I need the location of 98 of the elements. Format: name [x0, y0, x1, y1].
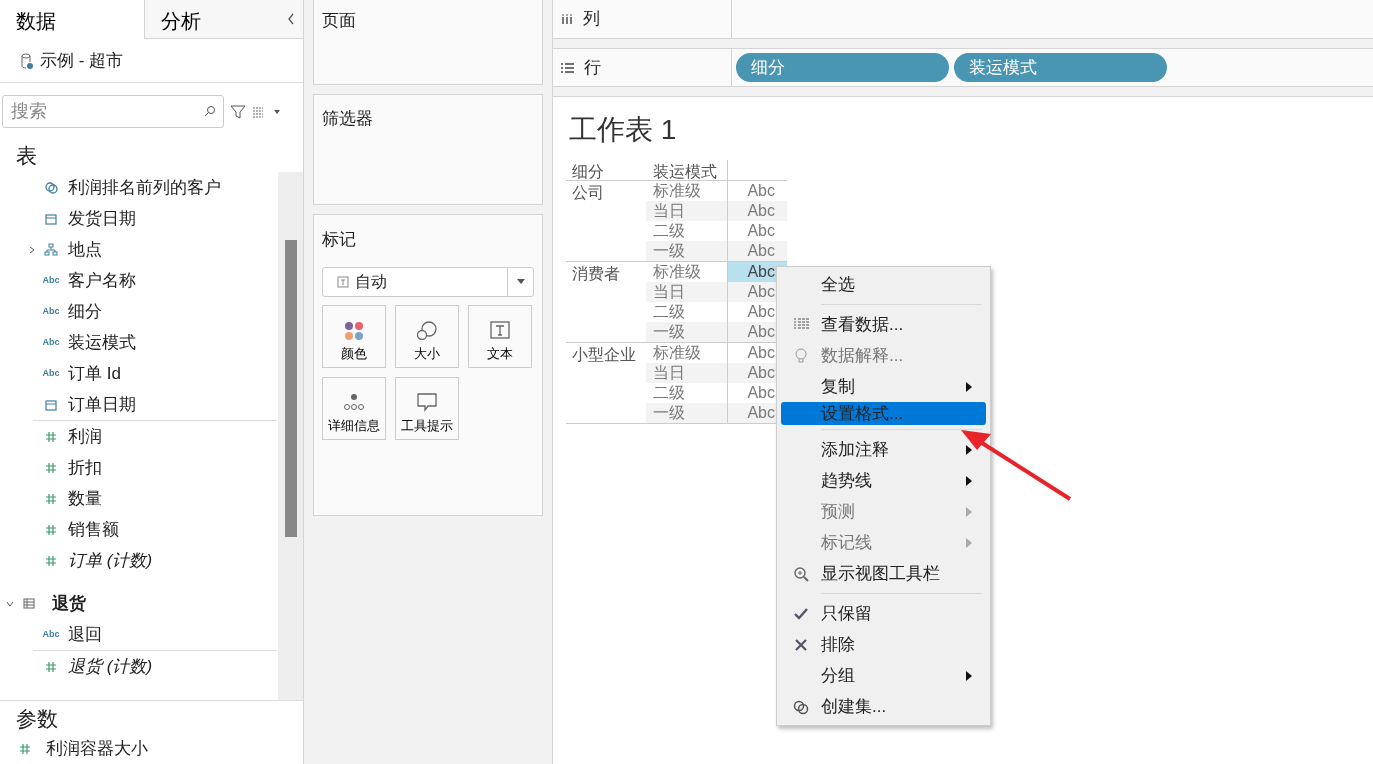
database-icon [20, 51, 34, 70]
field-name[interactable]: 订单日期 [68, 391, 136, 418]
menu-item[interactable]: 分组 [781, 660, 986, 691]
shelf-label: 列 [583, 8, 600, 31]
rows-icon [561, 62, 574, 73]
lightbulb-icon [793, 347, 809, 364]
shelf-title: 筛选器 [322, 108, 374, 130]
close-icon [793, 636, 809, 653]
shelf-title: 页面 [322, 10, 357, 32]
row-header: 一级 [646, 241, 727, 261]
row-header: 二级 [652, 221, 686, 241]
menu-item[interactable]: 创建集... [781, 691, 986, 722]
field-name[interactable]: 细分 [68, 298, 102, 325]
calendar-icon [44, 211, 58, 226]
collapse-icon[interactable] [287, 13, 295, 25]
field-name[interactable]: 订单 Id [68, 360, 121, 387]
table-cell[interactable]: Abc [727, 241, 787, 261]
field-name[interactable]: 退货 (计数) [68, 653, 153, 680]
hash-icon [44, 460, 58, 475]
hash-icon [44, 522, 58, 537]
caret-icon [516, 279, 525, 284]
palette-icon [343, 320, 365, 340]
circles-icon [416, 320, 438, 340]
chevron-down-icon[interactable] [6, 599, 14, 608]
hash-icon [44, 429, 58, 444]
hash-icon [44, 659, 58, 674]
field-name[interactable]: 销售额 [68, 516, 119, 543]
mark-button[interactable]: 工具提示 [395, 376, 459, 440]
row-header: 公司 [571, 183, 605, 203]
row-header: 当日 [646, 282, 727, 302]
hierarchy-icon [44, 242, 58, 257]
chevron-right-icon[interactable] [28, 245, 36, 254]
field-name[interactable]: 发货日期 [68, 205, 136, 232]
pane-tab[interactable]: 分析 [143, 0, 287, 39]
menu-item[interactable]: 排除 [781, 629, 986, 660]
sheet-title: 工作表 1 [568, 113, 678, 147]
parameter-name[interactable]: 利润容器大小 [46, 735, 148, 762]
scrollbar-thumb[interactable] [285, 240, 297, 537]
hash-icon [44, 553, 58, 568]
field-name[interactable]: 装运模式 [68, 329, 136, 356]
search-icon [204, 105, 216, 117]
calendar-icon [44, 397, 58, 412]
zoom-in-icon [793, 565, 809, 582]
hash-icon [18, 741, 32, 756]
abc-icon: Abc [42, 307, 60, 316]
datasource-name: 示例 - 超市 [40, 49, 124, 72]
field-name[interactable]: 订单 (计数) [68, 547, 153, 574]
abc-icon: Abc [42, 369, 60, 378]
row-header: 标准级 [652, 181, 702, 201]
field-name[interactable]: 客户名称 [68, 267, 136, 294]
row-header: 一级 [646, 322, 727, 342]
table-cell[interactable]: Abc [727, 201, 787, 221]
text-mark-icon [337, 275, 349, 288]
speech-bubble-icon [416, 392, 438, 412]
search-field[interactable]: 搜索 [2, 95, 224, 128]
row-header: 消费者 [571, 264, 621, 284]
column-header: 细分 [571, 162, 605, 180]
field-name[interactable]: 地点 [68, 236, 102, 263]
mark-type-dropdown[interactable]: 自动 [322, 266, 534, 297]
field-name[interactable]: 利润排名前列的客户 [68, 174, 221, 201]
text-icon [489, 320, 511, 340]
field-name[interactable]: 数量 [68, 485, 102, 512]
row-header: 二级 [652, 302, 686, 322]
abc-icon: Abc [42, 338, 60, 347]
columns-icon [561, 14, 573, 24]
menu-item[interactable]: 显示视图工具栏 [781, 558, 986, 589]
mark-button[interactable]: 文本 [468, 304, 532, 368]
mark-button[interactable]: 详细信息 [322, 376, 386, 440]
hash-icon [44, 491, 58, 506]
table-icon [23, 598, 35, 609]
shelf-label: 行 [584, 56, 601, 79]
row-header: 当日 [646, 363, 727, 383]
set-icon [44, 180, 58, 195]
field-name[interactable]: 折扣 [68, 454, 102, 481]
field-name[interactable]: 退回 [68, 621, 102, 648]
set-icon [793, 698, 809, 715]
abc-icon: Abc [42, 630, 60, 639]
row-header: 一级 [646, 403, 727, 423]
dots-icon [343, 392, 365, 412]
mark-button[interactable]: 颜色 [322, 304, 386, 368]
filter-icon[interactable] [230, 103, 246, 120]
menu-item[interactable]: 添加注释 [781, 434, 986, 465]
section-title: 参数 [15, 706, 59, 732]
row-header: 二级 [652, 383, 686, 403]
row-header: 小型企业 [571, 345, 637, 365]
card-title: 标记 [322, 229, 357, 251]
table-name[interactable]: 退货 [52, 590, 86, 617]
row-header: 标准级 [652, 343, 702, 363]
mark-button[interactable]: 大小 [395, 304, 459, 368]
row-header: 当日 [646, 201, 727, 221]
abc-icon: Abc [42, 276, 60, 285]
menu-item[interactable]: 趋势线 [781, 465, 986, 496]
menu-item[interactable]: 只保留 [781, 598, 986, 629]
section-title: 表 [15, 143, 38, 169]
field-name[interactable]: 利润 [68, 423, 102, 450]
column-header: 装运模式 [652, 162, 718, 180]
row-header: 标准级 [652, 262, 702, 282]
menu-item[interactable]: 设置格式... [781, 402, 986, 425]
